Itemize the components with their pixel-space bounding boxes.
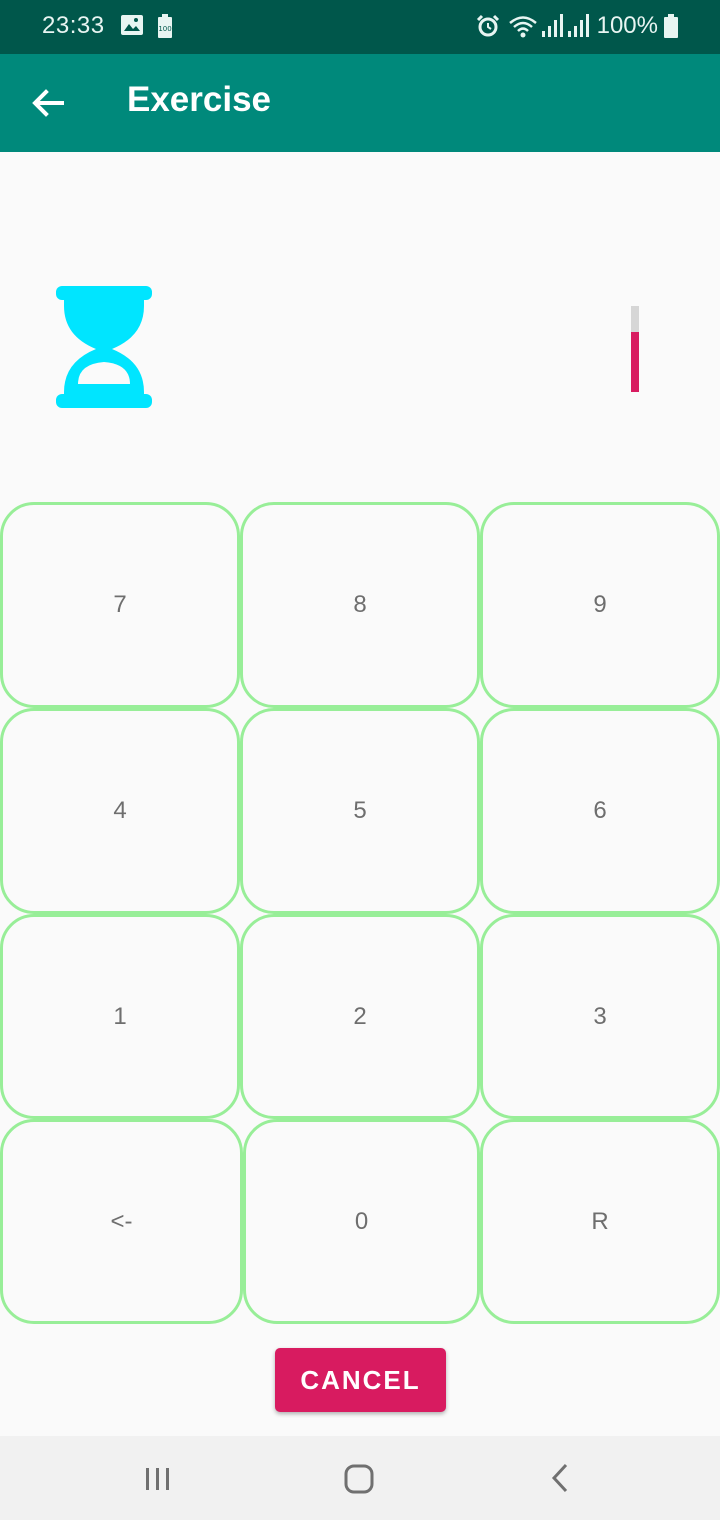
back-icon bbox=[551, 1463, 568, 1493]
key-8[interactable]: 8 bbox=[240, 502, 480, 708]
status-bar: 23:33 100 100% bbox=[0, 0, 720, 54]
key-9[interactable]: 9 bbox=[480, 502, 720, 708]
gallery-icon bbox=[120, 14, 144, 41]
signal-icon bbox=[567, 14, 589, 43]
key-2[interactable]: 2 bbox=[240, 914, 480, 1119]
timer-progress-fill bbox=[631, 331, 639, 392]
key-7[interactable]: 7 bbox=[0, 502, 240, 708]
timer-progress-bar bbox=[631, 306, 639, 392]
svg-text:100: 100 bbox=[158, 25, 171, 33]
recent-apps-icon bbox=[146, 1468, 169, 1490]
system-back-button[interactable] bbox=[530, 1454, 590, 1502]
wifi-icon bbox=[508, 14, 538, 43]
battery-saver-icon: 100 bbox=[157, 14, 173, 43]
app-bar: Exercise bbox=[0, 54, 720, 152]
key-4[interactable]: 4 bbox=[0, 708, 240, 914]
home-icon bbox=[344, 1464, 374, 1494]
key-3[interactable]: 3 bbox=[480, 914, 720, 1119]
battery-percent: 100% bbox=[596, 12, 658, 39]
recent-apps-button[interactable] bbox=[128, 1454, 188, 1502]
key-6[interactable]: 6 bbox=[480, 708, 720, 914]
alarm-icon bbox=[476, 14, 500, 43]
hourglass-icon bbox=[54, 286, 154, 412]
back-button[interactable] bbox=[24, 79, 72, 127]
key-1[interactable]: 1 bbox=[0, 914, 240, 1119]
key-0[interactable]: 0 bbox=[243, 1119, 480, 1324]
arrow-left-icon bbox=[32, 89, 64, 117]
key-backspace[interactable]: <- bbox=[0, 1119, 243, 1324]
status-time: 23:33 bbox=[42, 12, 105, 39]
battery-icon bbox=[663, 14, 679, 43]
signal-icon bbox=[541, 14, 563, 43]
navigation-bar bbox=[0, 1436, 720, 1520]
cancel-button[interactable]: CANCEL bbox=[275, 1348, 446, 1412]
page-title: Exercise bbox=[127, 80, 272, 119]
home-button[interactable] bbox=[329, 1454, 389, 1502]
key-reset[interactable]: R bbox=[480, 1119, 720, 1324]
key-5[interactable]: 5 bbox=[240, 708, 480, 914]
